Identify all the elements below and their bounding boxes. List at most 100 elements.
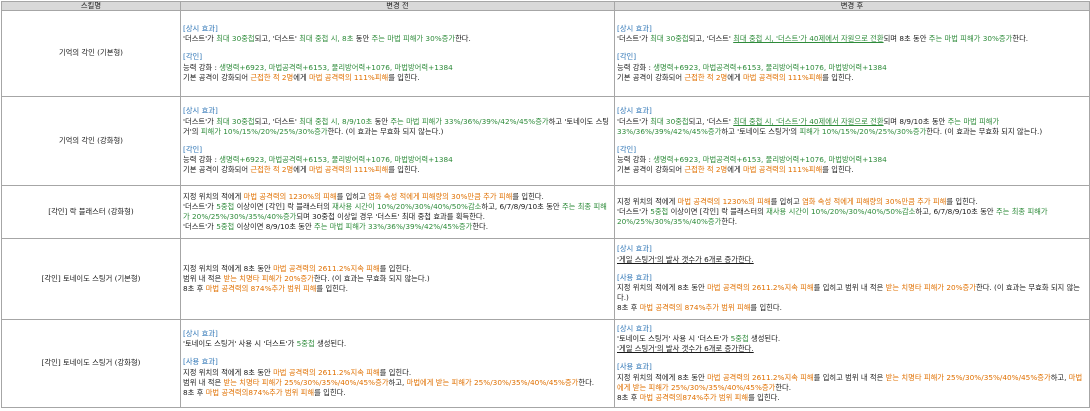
text-run: 5중첩 bbox=[730, 333, 749, 343]
text-run: 한다. bbox=[455, 34, 471, 44]
text-run: 능력 강화 : bbox=[617, 62, 654, 72]
text-line: 기본 공격이 강화되어 근접한 적 2명에게 마법 공격력의 111%피해를 입… bbox=[617, 73, 1087, 83]
text-run: 이상이면 8/9/10초 동안 bbox=[234, 222, 315, 232]
text-run: 염화 속성 적에게 피해량의 30%만큼 추가 피해 bbox=[368, 191, 513, 201]
after-cell: 지정 위치의 적에게 마법 공격력의 1230%의 피해를 입히고 염화 속성 … bbox=[614, 185, 1090, 239]
text-run: '더스트'가 bbox=[183, 34, 217, 44]
text-run: 생성된다. bbox=[748, 333, 781, 343]
text-run: 생성된다. bbox=[314, 339, 347, 349]
skill-name: 기억의 각인 (기본형) bbox=[1, 10, 181, 97]
section-label: [상시 효과] bbox=[183, 328, 218, 338]
text-run: 되며 30중첩 이상일 경우 '더스트' 최대 중첩 효과를 획득한다. bbox=[296, 212, 485, 221]
text-line: 8초 후 마법 공격력의874%추가 범위 피해를 입힌다. bbox=[617, 393, 1087, 403]
section-label: [상시 효과] bbox=[617, 323, 652, 333]
table-row: [각인] 락 블래스터 (강화형) 지정 위치의 적에게 마법 공격력의 123… bbox=[1, 185, 1090, 239]
text-run: 를 입힌다. bbox=[512, 191, 544, 201]
text-run: 피해가 10%/15%/20%/25%/30%증가 bbox=[799, 126, 927, 136]
skill-name: [각인] 토네이도 스팅거 (기본형) bbox=[1, 238, 181, 320]
text-run: 생명력+6923, 마법공격력+6153, 물리방어력+1076, 마법방어력+… bbox=[219, 155, 453, 165]
text-line bbox=[617, 354, 1087, 362]
text-run: 한다. (이 효과는 무효화 되지 않는다.) bbox=[313, 273, 430, 283]
text-run: 되며 8/9/10초 동안 bbox=[883, 116, 948, 126]
text-run: 능력 강화 : bbox=[183, 155, 220, 165]
text-run: 받는 치명타 피해가 25%/30%/35%/40%/45%증가 bbox=[223, 377, 389, 387]
text-run: 이상이면 [각인] 락 블래스터의 bbox=[668, 206, 767, 216]
text-line: [상시 효과] bbox=[183, 106, 612, 116]
text-run: 지정 위치의 적에게 8초 동안 bbox=[617, 283, 708, 292]
text-run: 근접한 적 2명 bbox=[684, 72, 728, 82]
table-body: 기억의 각인 (기본형) [상시 효과] '더스트'가 최대 30중첩되고, '더… bbox=[1, 10, 1090, 408]
text-line: [각인] bbox=[617, 145, 1087, 155]
text-run: 되고, '더스트' bbox=[254, 34, 300, 44]
text-run: 지정 위치의 적에게 8초 동안 bbox=[617, 372, 708, 382]
section-label: [각인] bbox=[183, 145, 203, 154]
section-label: [사용 효과] bbox=[617, 272, 652, 282]
text-run: 8초 후 bbox=[617, 393, 640, 402]
text-run: 마법 공격력의 1230%의 피해 bbox=[243, 191, 337, 201]
text-run: 한다. bbox=[472, 222, 489, 232]
text-run: 하고, bbox=[1050, 372, 1069, 382]
text-line: '더스트'가 최대 30중첩되고, '더스트' 최대 중첩 시, '더스트'가 … bbox=[617, 34, 1087, 44]
before-cell: 지정 위치의 적에게 8초 동안 마법 공격력의 2611.2%지속 피해를 입… bbox=[180, 238, 615, 320]
text-line: 기본 공격이 강화되어 근접한 적 2명에게 마법 공격력의 111%피해를 입… bbox=[183, 73, 612, 83]
text-line: 능력 강화 : 생명력+6923, 마법공격력+6153, 물리방어력+1076… bbox=[617, 63, 1087, 73]
text-line: '더스트'가 5중첩 이상이면 [각인] 락 블래스터의 재사용 시간이 10%… bbox=[183, 202, 612, 222]
skill-name: 기억의 각인 (강화형) bbox=[1, 96, 181, 186]
after-cell: [상시 효과] '더스트'가 최대 30중첩되고, '더스트' 최대 중첩 시, … bbox=[614, 10, 1090, 97]
text-run: 범위 내 적은 bbox=[183, 377, 224, 387]
text-run: 주는 마법 피해가 30%증가 bbox=[928, 34, 1013, 44]
text-run: '토네이도 스팅거' 사용 시 '더스트'가 bbox=[183, 339, 297, 349]
text-run: 를 입힌다. bbox=[822, 165, 854, 175]
text-run: 기본 공격이 강화되어 bbox=[183, 165, 251, 175]
text-run: 주는 마법 피해가 30%증가 bbox=[371, 34, 456, 44]
text-run: 마법 공격력의 2611.2%지속 피해 bbox=[273, 367, 380, 377]
text-line: 지정 위치의 적에게 8초 동안 마법 공격력의 2611.2%지속 피해를 입… bbox=[183, 368, 612, 378]
skill-name: [각인] 토네이도 스팅거 (강화형) bbox=[1, 319, 181, 408]
text-run: 최대 30중첩 bbox=[216, 34, 255, 44]
text-run: 마법 공격력의874%추가 범위 피해 bbox=[205, 387, 315, 397]
text-run: 능력 강화 : bbox=[617, 155, 654, 165]
text-run: 를 입히고 bbox=[770, 196, 803, 206]
skill-name: [각인] 락 블래스터 (강화형) bbox=[1, 185, 181, 239]
table-row: 기억의 각인 (기본형) [상시 효과] '더스트'가 최대 30중첩되고, '더… bbox=[1, 10, 1090, 97]
text-line: 기본 공격이 강화되어 근접한 적 2명에게 마법 공격력의 111%피해를 입… bbox=[183, 165, 612, 175]
text-line bbox=[617, 44, 1087, 52]
text-run: 지정 위치의 적에게 8초 동안 bbox=[183, 263, 274, 273]
text-line: 범위 내 적은 받는 치명타 피해가 25%/30%/35%/40%/45%증가… bbox=[183, 378, 612, 388]
text-line: 8초 후 마법 공격력의 874%추가 범위 피해를 입힌다. bbox=[183, 284, 612, 294]
text-run: 한다. bbox=[721, 217, 738, 227]
text-run: 생명력+6923, 마법공격력+6153, 물리방어력+1076, 마법방어력+… bbox=[219, 62, 453, 72]
text-line: '토네이도 스팅거' 사용 시 '더스트'가 5중첩 생성된다. bbox=[183, 339, 612, 349]
text-run: 마법 공격력의874%추가 범위 피해 bbox=[639, 393, 749, 402]
text-run: 를 입힌다. bbox=[379, 263, 412, 273]
text-run: 마법 공격력의 111%피해 bbox=[309, 165, 389, 175]
after-cell: [상시 효과] '토네이도 스팅거' 사용 시 '더스트'가 5중첩 생성된다. '… bbox=[614, 319, 1090, 408]
text-run: 지정 위치의 적에게 bbox=[183, 191, 244, 201]
header-skill-name: 스킬명 bbox=[1, 1, 181, 11]
after-cell: [상시 효과] '더스트'가 최대 30중첩되고, '더스트' 최대 중첩 시, … bbox=[614, 96, 1090, 186]
text-run: 를 입힌다. bbox=[946, 196, 978, 206]
text-run: 를 입히고 bbox=[336, 191, 369, 201]
text-run: 8초 후 bbox=[617, 303, 640, 313]
text-run: 를 입힌다. bbox=[822, 72, 854, 82]
text-run: 8초 후 bbox=[183, 284, 206, 294]
text-run: '더스트'가 bbox=[617, 34, 651, 44]
text-run: 동안 bbox=[372, 116, 391, 126]
text-run: 최대 중첩 시, '더스트'가 40제에서 자원으로 전환 bbox=[733, 34, 884, 44]
text-line: '게일 스팅거'의 발사 갯수가 6개로 증가한다. bbox=[617, 344, 1087, 354]
text-line: [각인] bbox=[183, 52, 612, 62]
table-header-row: 스킬명 변경 전 변경 후 bbox=[1, 1, 1090, 11]
text-run: 마법 공격력의 111%피해 bbox=[743, 165, 823, 175]
text-line: '더스트'가 최대 30중첩되고, '더스트' 최대 중첩 시, '더스트'가 … bbox=[617, 117, 1087, 137]
text-line: [상시 효과] bbox=[617, 324, 1087, 334]
text-run: 재사용 시간이 10%/20%/30%/40%/50%감소 bbox=[332, 201, 482, 211]
text-run: 5중첩 bbox=[216, 222, 235, 232]
text-run: 한다. bbox=[1012, 34, 1029, 44]
text-run: 에게 bbox=[727, 165, 743, 175]
text-run: 하고, 6/7/8/9/10초 동안 bbox=[481, 201, 562, 211]
text-run: 마법 공격력의 111%피해 bbox=[309, 72, 389, 82]
text-line: '토네이도 스팅거' 사용 시 '더스트'가 5중첩 생성된다. bbox=[617, 334, 1087, 344]
text-run: 에게 bbox=[727, 72, 743, 82]
text-line: '더스트'가 최대 30중첩되고, '더스트' 최대 중첩 시, 8초 동안 주… bbox=[183, 34, 612, 44]
text-run: 를 입힌다. bbox=[388, 165, 420, 175]
